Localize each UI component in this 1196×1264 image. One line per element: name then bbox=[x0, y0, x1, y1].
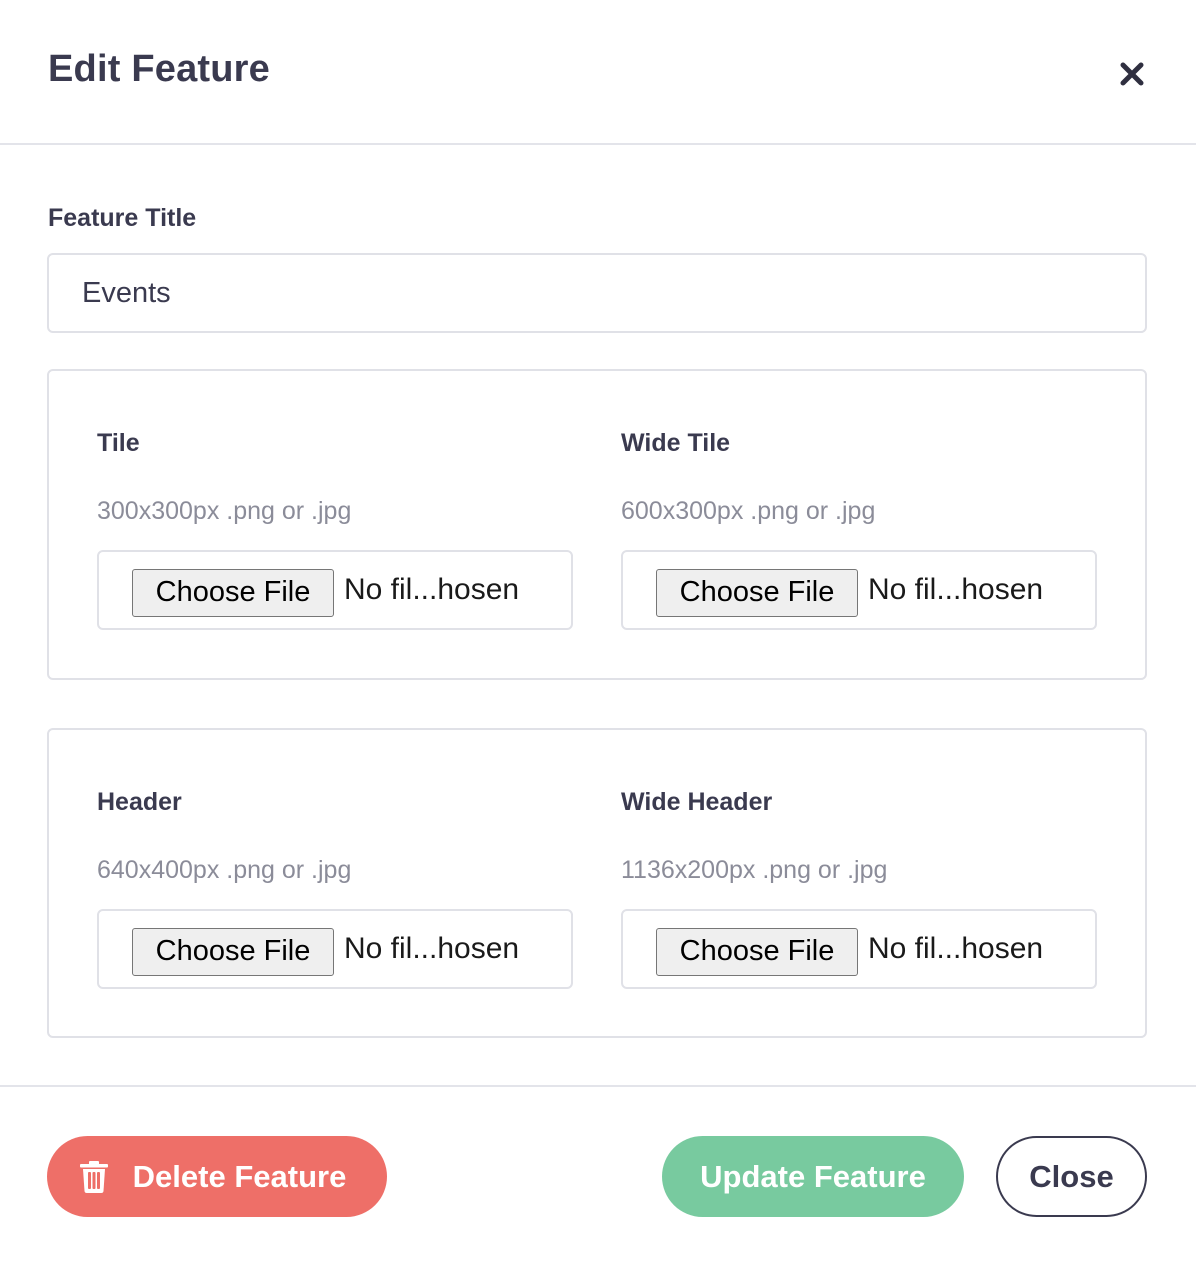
wide-tile-label: Wide Tile bbox=[621, 429, 731, 457]
header-file-status: No fil...hosen bbox=[344, 932, 520, 965]
close-button[interactable]: Close bbox=[996, 1136, 1147, 1217]
close-icon[interactable] bbox=[1114, 56, 1150, 92]
update-feature-button[interactable]: Update Feature bbox=[662, 1136, 964, 1217]
delete-feature-label: Delete Feature bbox=[132, 1158, 347, 1194]
modal-header: Edit Feature bbox=[0, 0, 1196, 145]
tile-file-status: No fil...hosen bbox=[344, 573, 520, 606]
wide-header-size-hint: 1136x200px .png or .jpg bbox=[621, 856, 888, 884]
wide-tile-file-status: No fil...hosen bbox=[868, 573, 1044, 606]
header-size-hint: 640x400px .png or .jpg bbox=[97, 856, 352, 884]
feature-title-input[interactable] bbox=[47, 253, 1147, 333]
edit-feature-modal: Edit Feature Feature Title Tile 300x300p… bbox=[0, 0, 1196, 1264]
modal-title: Edit Feature bbox=[48, 48, 270, 90]
wide-tile-size-hint: 600x300px .png or .jpg bbox=[621, 497, 876, 525]
header-file-input[interactable]: Choose File No fil...hosen bbox=[97, 909, 573, 989]
footer-divider bbox=[0, 1085, 1196, 1087]
tile-choose-file-button[interactable]: Choose File bbox=[132, 569, 334, 617]
header-label: Header bbox=[97, 788, 182, 816]
update-feature-label: Update Feature bbox=[700, 1158, 926, 1194]
tile-size-hint: 300x300px .png or .jpg bbox=[97, 497, 352, 525]
tile-images-panel: Tile 300x300px .png or .jpg Choose File … bbox=[47, 369, 1147, 680]
wide-header-label: Wide Header bbox=[621, 788, 773, 816]
trash-icon bbox=[79, 1160, 108, 1193]
tile-file-input[interactable]: Choose File No fil...hosen bbox=[97, 550, 573, 630]
feature-title-label: Feature Title bbox=[48, 204, 197, 232]
wide-header-file-input[interactable]: Choose File No fil...hosen bbox=[621, 909, 1097, 989]
tile-label: Tile bbox=[97, 429, 140, 457]
wide-tile-choose-file-button[interactable]: Choose File bbox=[656, 569, 858, 617]
close-button-label: Close bbox=[1029, 1158, 1114, 1194]
delete-feature-button[interactable]: Delete Feature bbox=[47, 1136, 387, 1217]
wide-tile-file-input[interactable]: Choose File No fil...hosen bbox=[621, 550, 1097, 630]
header-images-panel: Header 640x400px .png or .jpg Choose Fil… bbox=[47, 728, 1147, 1038]
wide-header-file-status: No fil...hosen bbox=[868, 932, 1044, 965]
header-choose-file-button[interactable]: Choose File bbox=[132, 928, 334, 976]
wide-header-choose-file-button[interactable]: Choose File bbox=[656, 928, 858, 976]
